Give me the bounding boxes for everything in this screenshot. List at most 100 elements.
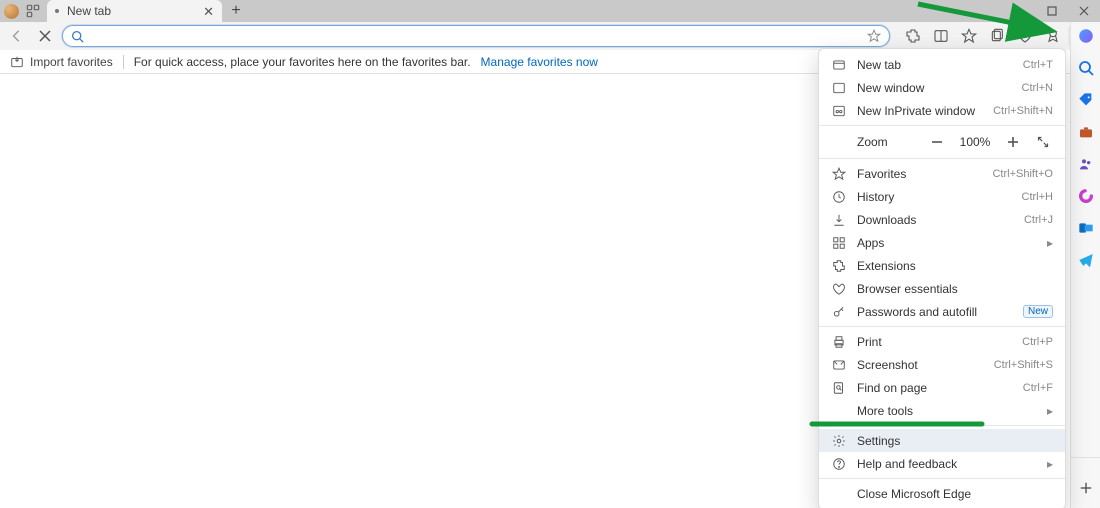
heart-pulse-icon <box>831 281 847 297</box>
notification-dot <box>1030 26 1035 31</box>
gear-icon <box>831 433 847 449</box>
menu-downloads-shortcut: Ctrl+J <box>1024 214 1053 226</box>
zoom-in-button[interactable] <box>1003 132 1023 152</box>
menu-inprivate-label: New InPrivate window <box>857 104 983 118</box>
key-icon <box>831 304 847 320</box>
menu-zoom-row: Zoom 100% <box>819 129 1065 155</box>
menu-history[interactable]: History Ctrl+H <box>819 185 1065 208</box>
m365-loop-icon[interactable] <box>1076 186 1096 206</box>
profile-avatar[interactable] <box>4 4 19 19</box>
chevron-right-icon: ▸ <box>1047 236 1053 250</box>
minimize-button[interactable] <box>1004 0 1036 22</box>
menu-close-edge[interactable]: Close Microsoft Edge <box>819 482 1065 505</box>
manage-favorites-link[interactable]: Manage favorites now <box>481 55 598 69</box>
import-favorites-label: Import favorites <box>30 55 113 69</box>
browser-tab[interactable]: New tab ✕ <box>47 0 222 22</box>
outlook-icon[interactable] <box>1076 218 1096 238</box>
menu-help-label: Help and feedback <box>857 457 1037 471</box>
extensions-icon[interactable] <box>900 25 926 47</box>
telegram-send-icon[interactable] <box>1076 250 1096 270</box>
sidebar-add-icon[interactable] <box>1076 478 1096 498</box>
menu-close-label: Close Microsoft Edge <box>857 487 1053 501</box>
menu-passwords[interactable]: Passwords and autofill New <box>819 300 1065 323</box>
toolbar <box>0 22 1100 50</box>
chevron-right-icon: ▸ <box>1047 457 1053 471</box>
menu-settings[interactable]: Settings <box>819 429 1065 452</box>
search-icon <box>71 30 84 43</box>
fullscreen-button[interactable] <box>1033 132 1053 152</box>
title-bar: New tab ✕ + <box>0 0 1100 22</box>
menu-essentials[interactable]: Browser essentials <box>819 277 1065 300</box>
back-button[interactable] <box>6 25 28 47</box>
address-input[interactable] <box>90 28 867 44</box>
zoom-out-button[interactable] <box>927 132 947 152</box>
apps-icon <box>831 235 847 251</box>
favorites-icon[interactable] <box>956 25 982 47</box>
people-icon[interactable] <box>1076 154 1096 174</box>
stop-button[interactable] <box>34 25 56 47</box>
separator <box>123 55 124 69</box>
extensions-icon <box>831 258 847 274</box>
menu-new-window[interactable]: New window Ctrl+N <box>819 76 1065 99</box>
menu-new-tab-label: New tab <box>857 58 1013 72</box>
menu-downloads[interactable]: Downloads Ctrl+J <box>819 208 1065 231</box>
help-icon <box>831 456 847 472</box>
menu-more-tools-label: More tools <box>857 404 1037 418</box>
shopping-tag-icon[interactable] <box>1076 90 1096 110</box>
menu-favorites-shortcut: Ctrl+Shift+O <box>992 168 1053 180</box>
menu-history-label: History <box>857 190 1012 204</box>
maximize-button[interactable] <box>1036 0 1068 22</box>
split-screen-icon[interactable] <box>928 25 954 47</box>
favorites-icon <box>831 166 847 182</box>
menu-print[interactable]: Print Ctrl+P <box>819 330 1065 353</box>
menu-favorites[interactable]: Favorites Ctrl+Shift+O <box>819 162 1065 185</box>
menu-apps-label: Apps <box>857 236 1037 250</box>
menu-history-shortcut: Ctrl+H <box>1022 191 1053 203</box>
history-icon <box>831 189 847 205</box>
close-window-button[interactable] <box>1068 0 1100 22</box>
tools-briefcase-icon[interactable] <box>1076 122 1096 142</box>
menu-screenshot[interactable]: Screenshot Ctrl+Shift+S <box>819 353 1065 376</box>
tab-title: New tab <box>67 4 203 18</box>
rewards-icon[interactable] <box>1040 25 1066 47</box>
menu-favorites-label: Favorites <box>857 167 982 181</box>
menu-extensions[interactable]: Extensions <box>819 254 1065 277</box>
menu-help[interactable]: Help and feedback ▸ <box>819 452 1065 475</box>
blank-icon <box>831 403 847 419</box>
copilot-icon[interactable] <box>1076 26 1096 46</box>
print-icon <box>831 334 847 350</box>
workspaces-icon[interactable] <box>25 3 41 19</box>
menu-new-tab-shortcut: Ctrl+T <box>1023 59 1053 71</box>
collections-icon[interactable] <box>984 25 1010 47</box>
menu-settings-label: Settings <box>857 434 1053 448</box>
menu-screenshot-label: Screenshot <box>857 358 984 372</box>
menu-find-shortcut: Ctrl+F <box>1023 382 1053 394</box>
browser-essentials-icon[interactable] <box>1012 25 1038 47</box>
blank-icon <box>831 486 847 502</box>
menu-passwords-label: Passwords and autofill <box>857 305 1013 319</box>
favorites-hint-text: For quick access, place your favorites h… <box>134 55 471 69</box>
overflow-menu: New tab Ctrl+T New window Ctrl+N New InP… <box>818 48 1066 508</box>
menu-apps[interactable]: Apps ▸ <box>819 231 1065 254</box>
menu-inprivate[interactable]: New InPrivate window Ctrl+Shift+N <box>819 99 1065 122</box>
menu-extensions-label: Extensions <box>857 259 1053 273</box>
menu-screenshot-shortcut: Ctrl+Shift+S <box>994 359 1053 371</box>
address-bar[interactable] <box>62 25 890 47</box>
menu-zoom-label: Zoom <box>857 135 917 149</box>
close-tab-button[interactable]: ✕ <box>203 5 214 18</box>
menu-new-tab[interactable]: New tab Ctrl+T <box>819 53 1065 76</box>
menu-print-label: Print <box>857 335 1012 349</box>
edge-sidebar <box>1070 22 1100 508</box>
import-icon <box>10 55 24 69</box>
new-tab-button[interactable]: + <box>226 1 246 21</box>
downloads-icon <box>831 212 847 228</box>
sidebar-search-icon[interactable] <box>1076 58 1096 78</box>
menu-more-tools[interactable]: More tools ▸ <box>819 399 1065 422</box>
chevron-right-icon: ▸ <box>1047 404 1053 418</box>
zoom-value: 100% <box>957 135 993 149</box>
import-favorites-button[interactable]: Import favorites <box>10 55 113 69</box>
new-window-icon <box>831 80 847 96</box>
menu-find-label: Find on page <box>857 381 1013 395</box>
menu-find[interactable]: Find on page Ctrl+F <box>819 376 1065 399</box>
favorite-star-icon[interactable] <box>867 29 881 43</box>
